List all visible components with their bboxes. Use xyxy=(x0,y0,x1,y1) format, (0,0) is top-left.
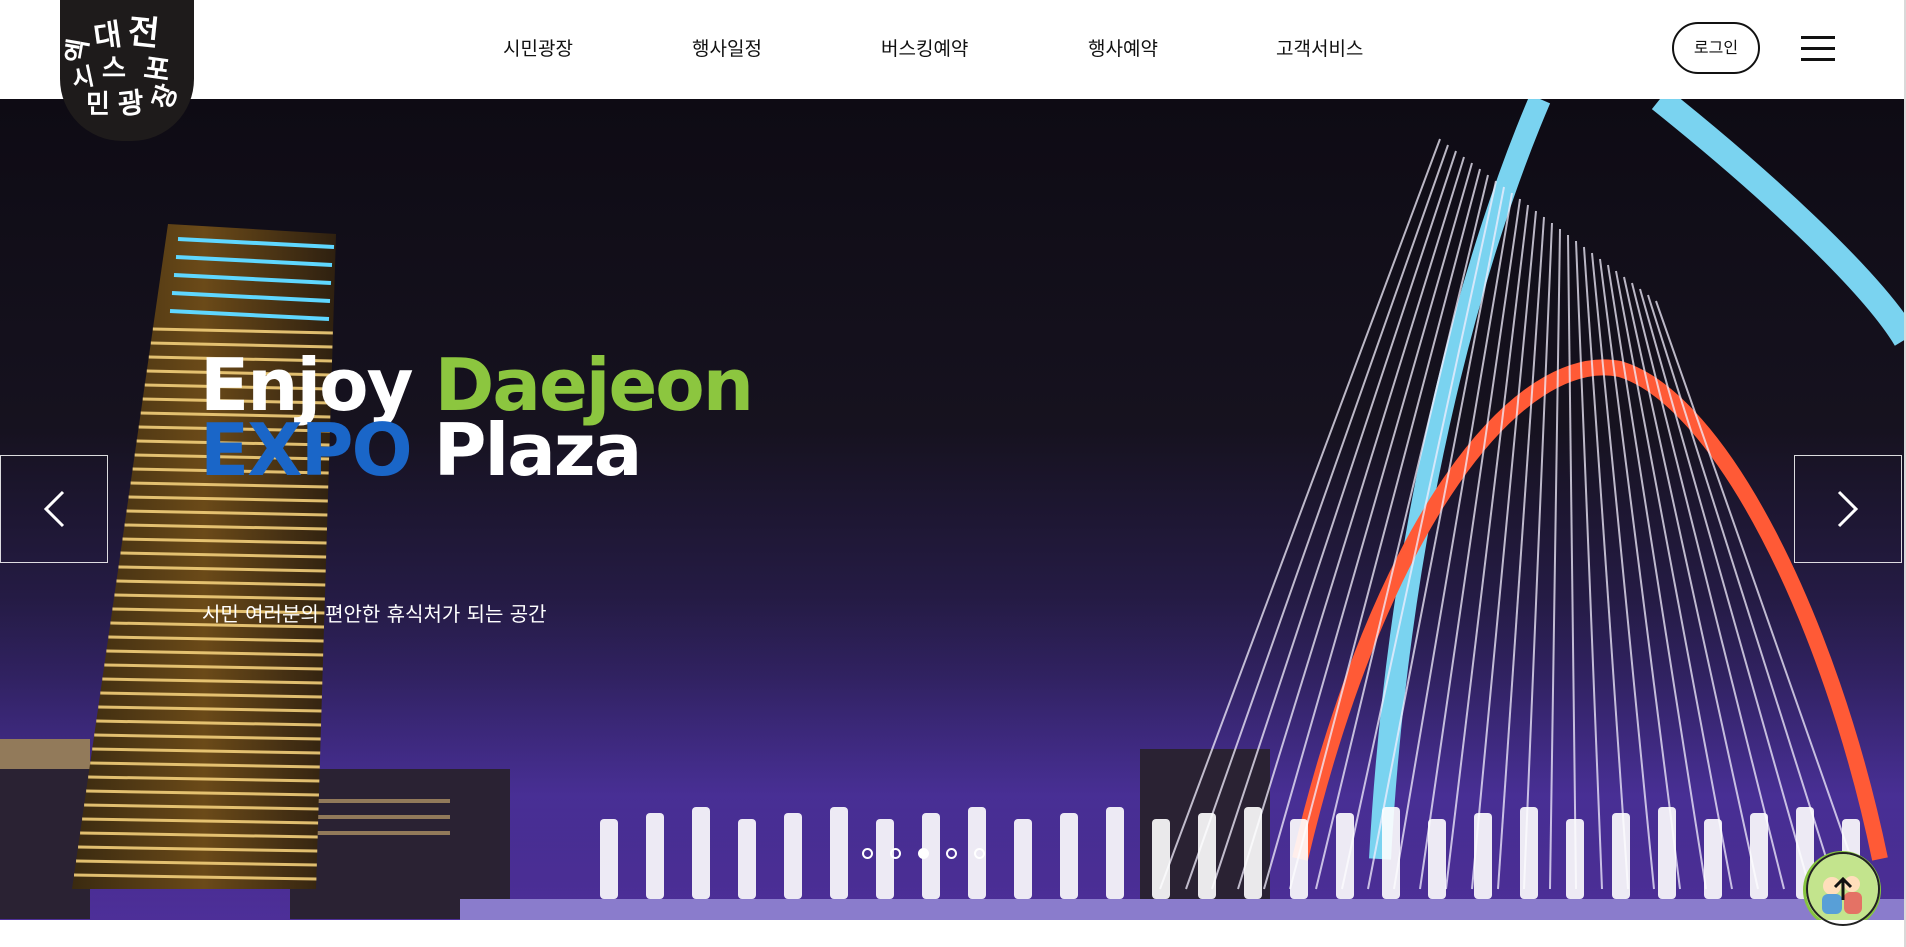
slider-dot[interactable] xyxy=(890,848,901,859)
chevron-right-icon xyxy=(1837,490,1859,528)
login-button[interactable]: 로그인 xyxy=(1672,22,1760,74)
nav-item-citizen-plaza[interactable]: 시민광장 xyxy=(503,34,573,61)
hero-slider: Enjoy Daejeon EXPO Plaza 시민 여러분의 편안한 휴식처… xyxy=(0,99,1906,920)
slider-dot[interactable] xyxy=(974,848,985,859)
site-header: 대 전 엑 스 포 시 민 광 장 시민광장 행사일정 버스킹예약 행사예약 고… xyxy=(0,0,1906,141)
logo-glyph: 엑 xyxy=(61,36,95,66)
slider-dot[interactable] xyxy=(946,848,957,859)
slider-dot[interactable] xyxy=(862,848,873,859)
logo-glyph: 대 xyxy=(91,17,124,56)
nav-item-event-schedule[interactable]: 행사일정 xyxy=(692,34,762,61)
nav-item-busking-reservation[interactable]: 버스킹예약 xyxy=(881,34,968,61)
chevron-left-icon xyxy=(43,490,65,528)
headline-word-expo: EXPO xyxy=(200,408,413,492)
hamburger-menu-icon[interactable] xyxy=(1801,36,1835,61)
hero-headline-line2: EXPO Plaza xyxy=(200,414,642,486)
arrow-up-icon xyxy=(1833,876,1853,900)
slider-next-button[interactable] xyxy=(1794,455,1902,563)
logo-glyph: 전 xyxy=(125,11,162,55)
nav-item-customer-service[interactable]: 고객서비스 xyxy=(1276,34,1363,61)
logo-glyph: 시 xyxy=(69,62,97,94)
logo-glyph: 민 xyxy=(86,90,110,120)
hero-subtitle: 시민 여러분의 편안한 휴식처가 되는 공간 xyxy=(202,602,547,626)
logo-glyph: 스 xyxy=(102,54,126,84)
nav-item-event-reservation[interactable]: 행사예약 xyxy=(1088,34,1158,61)
site-logo[interactable]: 대 전 엑 스 포 시 민 광 장 xyxy=(60,0,194,141)
slider-prev-button[interactable] xyxy=(0,455,108,563)
scroll-to-top-button[interactable] xyxy=(1806,852,1880,926)
headline-word-plaza: Plaza xyxy=(433,408,643,492)
logo-glyph: 광 xyxy=(116,85,146,122)
logo-glyph: 장 xyxy=(147,80,185,114)
hero-background-photo xyxy=(0,99,1906,920)
slider-dot[interactable] xyxy=(918,848,929,859)
